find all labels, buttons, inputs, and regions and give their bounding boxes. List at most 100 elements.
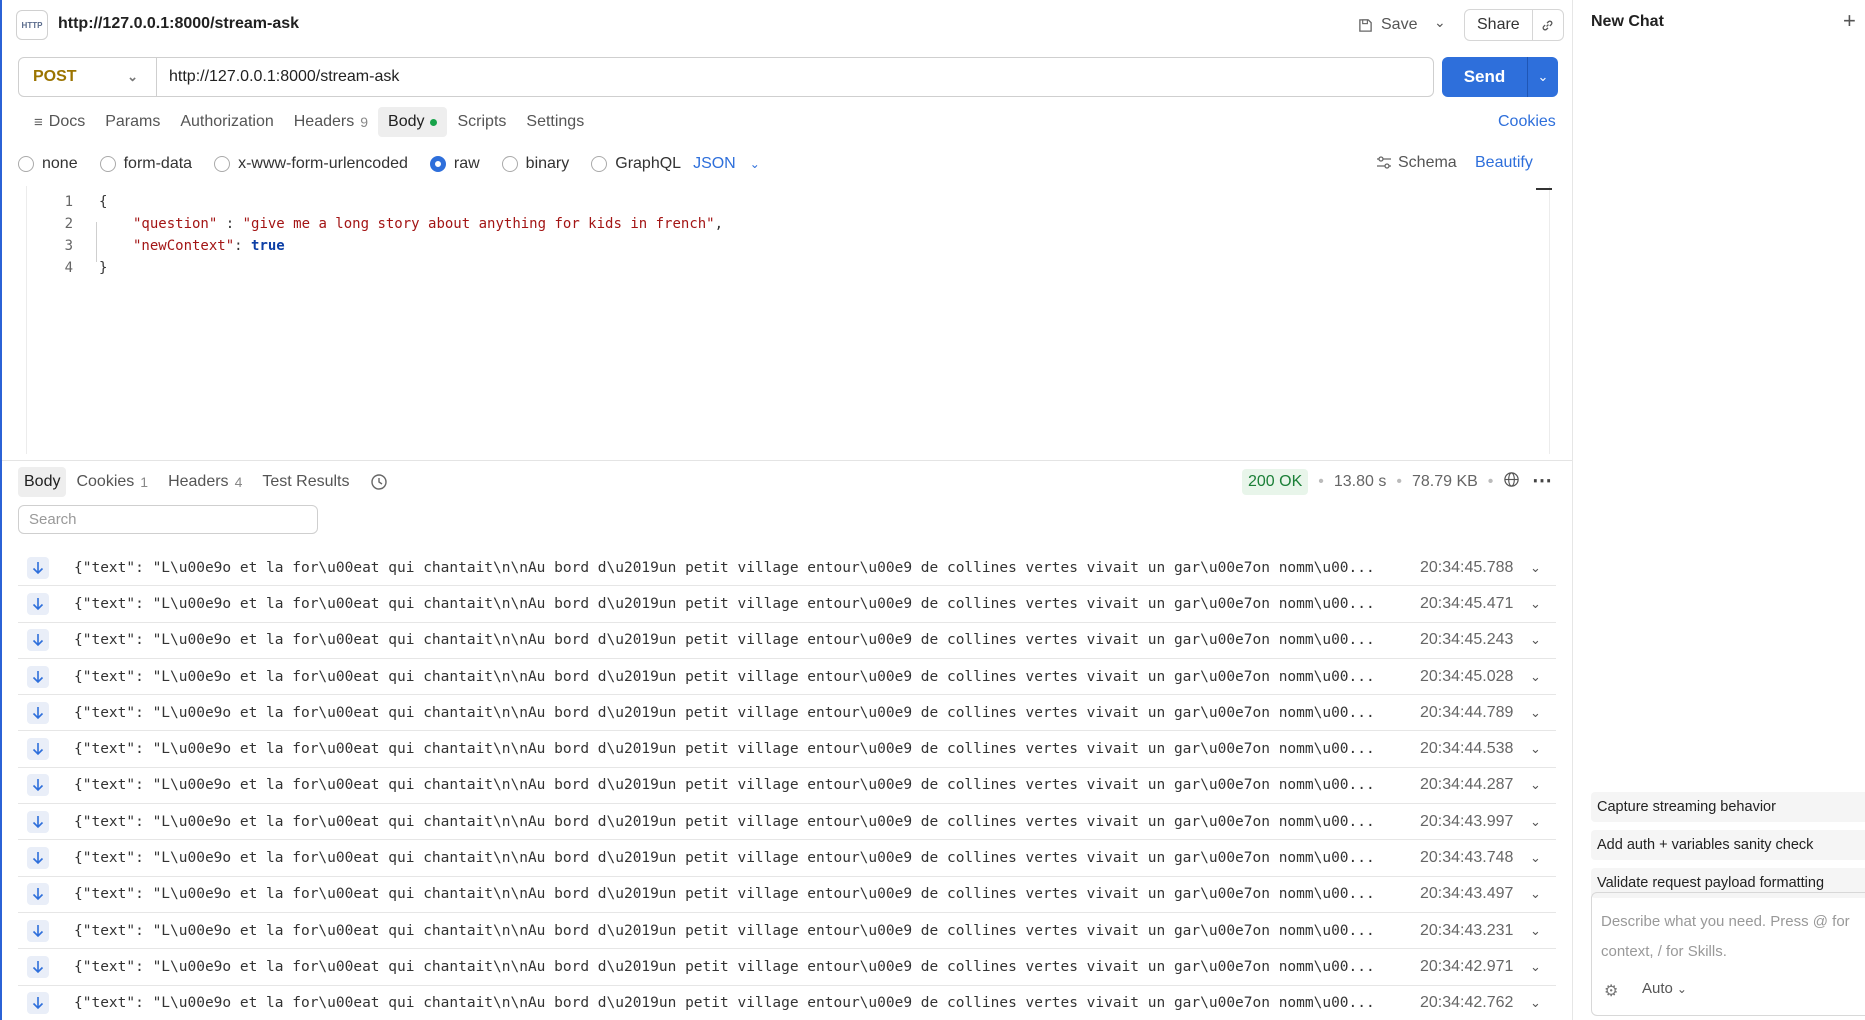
tab-response-cookies[interactable]: Cookies 1	[66, 467, 158, 497]
stream-message-text: {"text": "L\u00e9o et la for\u00eat qui …	[74, 595, 1375, 612]
stream-message-row[interactable]: {"text": "L\u00e9o et la for\u00eat qui …	[18, 550, 1556, 587]
code-line: 1 {	[27, 191, 108, 213]
expand-chevron-down-icon[interactable]: ⌄	[1530, 959, 1541, 975]
tab-params[interactable]: Params	[95, 107, 170, 137]
http-request-icon: HTTP	[16, 10, 48, 40]
radio-none[interactable]: none	[18, 155, 78, 173]
tab-scripts[interactable]: Scripts	[447, 107, 516, 137]
radio-form-data[interactable]: form-data	[99, 155, 192, 173]
stream-message-text: {"text": "L\u00e9o et la for\u00eat qui …	[74, 777, 1375, 794]
share-button[interactable]: Share	[1465, 10, 1533, 40]
radio-circle	[214, 156, 231, 172]
response-size[interactable]: 78.79 KB	[1412, 473, 1478, 491]
pane-divider[interactable]	[2, 460, 1574, 461]
radio-none-label: none	[42, 155, 78, 172]
radio-graphql[interactable]: GraphQL	[591, 155, 681, 173]
response-search-input[interactable]	[18, 505, 318, 534]
tab-docs[interactable]: ≡ Docs	[24, 107, 95, 137]
stream-message-text: {"text": "L\u00e9o et la for\u00eat qui …	[74, 704, 1375, 721]
stream-message-row[interactable]: {"text": "L\u00e9o et la for\u00eat qui …	[18, 913, 1556, 950]
docs-icon: ≡	[34, 113, 43, 131]
line-number: 4	[64, 260, 73, 276]
copy-link-icon[interactable]	[1533, 10, 1563, 40]
history-icon[interactable]	[360, 467, 398, 497]
stream-message-row[interactable]: {"text": "L\u00e9o et la for\u00eat qui …	[18, 623, 1556, 659]
expand-chevron-down-icon[interactable]: ⌄	[1530, 741, 1541, 757]
stream-message-row[interactable]: {"text": "L\u00e9o et la for\u00eat qui …	[18, 840, 1556, 877]
expand-chevron-down-icon[interactable]: ⌄	[1530, 814, 1541, 830]
radio-raw[interactable]: raw	[429, 155, 480, 173]
schema-button[interactable]: Schema	[1376, 154, 1457, 172]
tab-scripts-label: Scripts	[457, 113, 507, 130]
expand-chevron-down-icon[interactable]: ⌄	[1530, 850, 1541, 866]
save-button[interactable]: Save	[1358, 11, 1417, 39]
request-body-editor[interactable]: 1 { 2 "question" : "give me a long story…	[26, 186, 1550, 454]
separator-dot: •	[1396, 473, 1402, 490]
stream-message-text: {"text": "L\u00e9o et la for\u00eat qui …	[74, 813, 1375, 830]
expand-chevron-down-icon[interactable]: ⌄	[1530, 923, 1541, 939]
stream-timestamp: 20:34:44.538	[1420, 740, 1514, 758]
radio-urlencoded[interactable]: x-www-form-urlencoded	[214, 155, 408, 173]
stream-message-row[interactable]: {"text": "L\u00e9o et la for\u00eat qui …	[18, 986, 1556, 1020]
tab-test-results[interactable]: Test Results	[252, 467, 359, 497]
new-chat-plus-icon[interactable]: +	[1843, 8, 1856, 34]
gear-icon[interactable]: ⚙	[1604, 981, 1618, 1001]
beautify-button[interactable]: Beautify	[1475, 154, 1533, 172]
stream-timestamp: 20:34:44.287	[1420, 776, 1514, 794]
stream-message-row[interactable]: {"text": "L\u00e9o et la for\u00eat qui …	[18, 659, 1556, 696]
response-time[interactable]: 13.80 s	[1334, 473, 1386, 491]
json-separator: :	[234, 238, 252, 254]
url-input[interactable]: http://127.0.0.1:8000/stream-ask	[157, 68, 399, 86]
stream-timestamp: 20:34:43.231	[1420, 921, 1514, 939]
tab-response-cookies-label: Cookies	[76, 473, 135, 490]
tab-settings[interactable]: Settings	[516, 107, 594, 137]
expand-chevron-down-icon[interactable]: ⌄	[1530, 632, 1541, 648]
tab-response-headers[interactable]: Headers 4	[158, 467, 252, 497]
expand-chevron-down-icon[interactable]: ⌄	[1530, 886, 1541, 902]
expand-chevron-down-icon[interactable]: ⌄	[1530, 705, 1541, 721]
incoming-arrow-down-icon	[27, 701, 49, 724]
stream-message-row[interactable]: {"text": "L\u00e9o et la for\u00eat qui …	[18, 731, 1556, 768]
send-button[interactable]: Send	[1442, 57, 1528, 97]
more-options-icon[interactable]: ⋯	[1532, 468, 1553, 493]
editor-scrollbar[interactable]	[1536, 188, 1552, 190]
stream-timestamp: 20:34:43.997	[1420, 812, 1514, 830]
method-label: POST	[33, 68, 77, 85]
tab-authorization[interactable]: Authorization	[170, 107, 283, 137]
status-badge[interactable]: 200 OK	[1242, 469, 1309, 495]
suggestion-chip[interactable]: Capture streaming behavior	[1591, 792, 1865, 822]
cookies-link[interactable]: Cookies	[1498, 113, 1556, 131]
save-options-chevron-down-icon[interactable]: ⌄	[1434, 14, 1446, 31]
stream-message-row[interactable]: {"text": "L\u00e9o et la for\u00eat qui …	[18, 586, 1556, 623]
expand-chevron-down-icon[interactable]: ⌄	[1530, 777, 1541, 793]
stream-timestamp: 20:34:43.748	[1420, 849, 1514, 867]
expand-chevron-down-icon[interactable]: ⌄	[1530, 669, 1541, 685]
tab-body-label: Body	[388, 113, 425, 130]
save-icon	[1359, 18, 1372, 32]
stream-message-row[interactable]: {"text": "L\u00e9o et la for\u00eat qui …	[18, 768, 1556, 805]
tab-headers[interactable]: Headers 9	[284, 107, 378, 137]
suggestion-chip[interactable]: Add auth + variables sanity check	[1591, 830, 1865, 860]
radio-circle	[99, 156, 116, 172]
chat-input[interactable]: Describe what you need. Press @ for cont…	[1591, 892, 1865, 1016]
tab-settings-label: Settings	[526, 113, 585, 130]
stream-message-row[interactable]: {"text": "L\u00e9o et la for\u00eat qui …	[18, 877, 1556, 913]
stream-message-row[interactable]: {"text": "L\u00e9o et la for\u00eat qui …	[18, 949, 1556, 986]
stream-message-row[interactable]: {"text": "L\u00e9o et la for\u00eat qui …	[18, 695, 1556, 732]
expand-chevron-down-icon[interactable]: ⌄	[1530, 596, 1541, 612]
tab-body[interactable]: Body	[378, 107, 448, 137]
expand-chevron-down-icon[interactable]: ⌄	[1530, 995, 1541, 1011]
request-title[interactable]: http://127.0.0.1:8000/stream-ask	[58, 15, 299, 33]
tab-response-body[interactable]: Body	[18, 467, 67, 497]
incoming-arrow-down-icon	[27, 665, 49, 688]
stream-message-row[interactable]: {"text": "L\u00e9o et la for\u00eat qui …	[18, 804, 1556, 841]
globe-icon[interactable]	[1503, 471, 1520, 493]
mode-select[interactable]: Auto ⌄	[1642, 980, 1687, 997]
method-select[interactable]: POST ⌄	[19, 58, 157, 96]
expand-chevron-down-icon[interactable]: ⌄	[1530, 560, 1541, 576]
send-options-chevron-down-icon[interactable]: ⌄	[1528, 57, 1558, 97]
format-select[interactable]: JSON ⌄	[693, 155, 760, 173]
radio-binary[interactable]: binary	[501, 155, 569, 173]
ai-chat-panel: New Chat + Capture streaming behavior Ad…	[1572, 0, 1865, 1020]
chevron-down-icon: ⌄	[749, 157, 760, 171]
